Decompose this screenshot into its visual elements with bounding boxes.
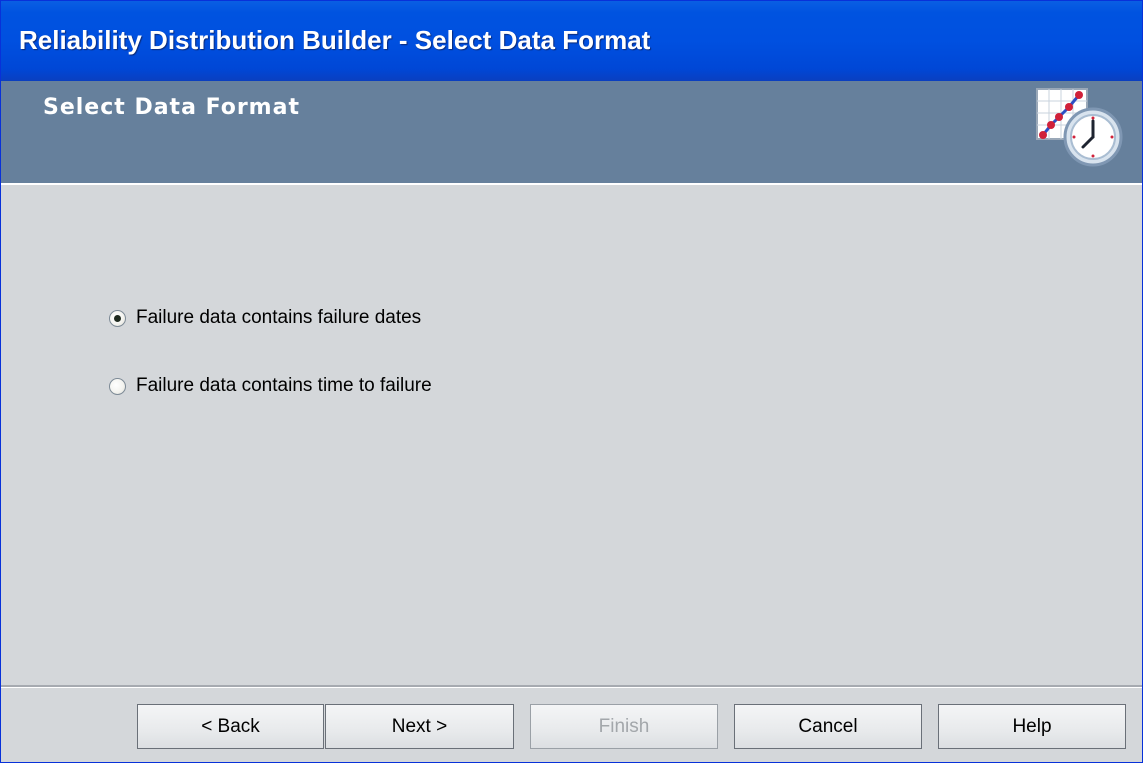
next-button[interactable]: Next > xyxy=(325,704,514,749)
cancel-button[interactable]: Cancel xyxy=(734,704,922,749)
wizard-footer: < Back Next > Finish Cancel Help xyxy=(1,688,1142,762)
page-title: Select Data Format xyxy=(43,95,300,120)
radio-label-time-to-failure: Failure data contains time to failure xyxy=(136,375,432,396)
wizard-content: Failure data contains failure dates Fail… xyxy=(1,185,1142,685)
finish-button: Finish xyxy=(530,704,718,749)
help-button[interactable]: Help xyxy=(938,704,1126,749)
back-button[interactable]: < Back xyxy=(137,704,324,749)
radio-button-unselected[interactable] xyxy=(109,377,126,395)
radio-selected-dot xyxy=(114,314,121,322)
reliability-chart-clock-icon xyxy=(1031,81,1127,169)
title-bar[interactable]: Reliability Distribution Builder - Selec… xyxy=(1,1,1142,81)
wizard-window: Reliability Distribution Builder - Selec… xyxy=(0,0,1143,763)
radio-button-selected[interactable] xyxy=(109,309,126,327)
radio-option-failure-dates[interactable]: Failure data contains failure dates xyxy=(109,304,421,332)
radio-label-failure-dates: Failure data contains failure dates xyxy=(136,307,422,328)
wizard-header: Select Data Format xyxy=(1,81,1142,183)
window-title: Reliability Distribution Builder - Selec… xyxy=(19,25,651,55)
radio-option-time-to-failure[interactable]: Failure data contains time to failure xyxy=(109,372,432,400)
